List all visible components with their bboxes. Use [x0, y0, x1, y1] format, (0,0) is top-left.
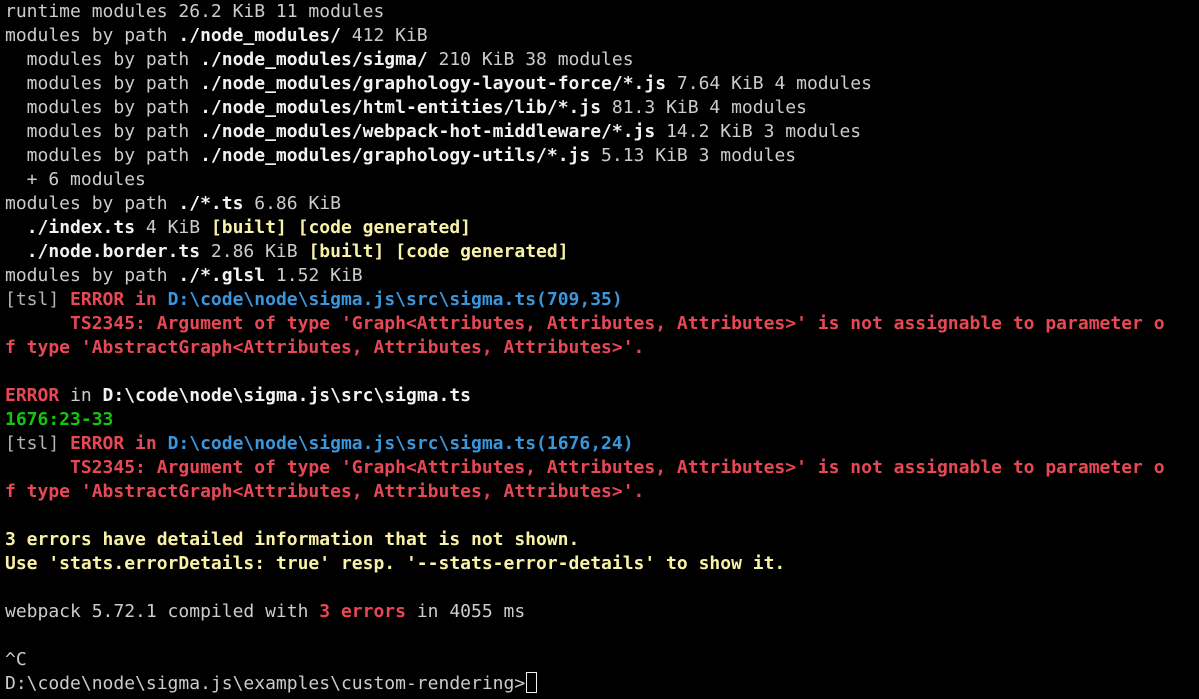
output-text: modules by path [5, 265, 179, 286]
output-line: modules by path ./node_modules/webpack-h… [5, 120, 1199, 144]
output-text: 6.86 KiB [243, 193, 341, 214]
output-line: TS2345: Argument of type 'Graph<Attribut… [5, 456, 1199, 480]
output-text: ./node_modules/sigma/ [200, 49, 428, 70]
output-line: modules by path ./*.ts 6.86 KiB [5, 192, 1199, 216]
output-line: f type 'AbstractGraph<Attributes, Attrib… [5, 480, 1199, 504]
terminal-prompt-line[interactable]: D:\code\node\sigma.js\examples\custom-re… [5, 672, 1199, 696]
output-line: + 6 modules [5, 168, 1199, 192]
output-text: ^C [5, 649, 27, 670]
output-text: ./node.border.ts [26, 241, 201, 262]
output-text: modules by path [5, 193, 179, 214]
output-text: modules by path [5, 97, 201, 118]
output-text: modules by path [5, 121, 201, 142]
output-text: [tsl] [5, 433, 71, 454]
output-text: TS2345: Argument of type 'Graph<Attribut… [5, 457, 1165, 478]
output-text: ERROR [5, 385, 60, 406]
output-line: Use 'stats.errorDetails: true' resp. '--… [5, 552, 1199, 576]
output-text: 1676:23-33 [5, 409, 114, 430]
output-line: [tsl] ERROR in D:\code\node\sigma.js\src… [5, 288, 1199, 312]
output-text: ./*.glsl [178, 265, 266, 286]
output-text: in [59, 385, 103, 406]
output-text: 2.86 KiB [200, 241, 309, 262]
output-text: ./index.ts [26, 217, 136, 238]
output-text: modules by path [5, 49, 201, 70]
output-text: 1.52 KiB [265, 265, 363, 286]
output-line: runtime modules 26.2 KiB 11 modules [5, 0, 1199, 24]
output-text: 3 errors [319, 601, 406, 622]
output-text: 3 errors have detailed information that … [5, 529, 580, 550]
output-text: ./node_modules/webpack-hot-middleware/*.… [200, 121, 656, 142]
output-text: 5.13 KiB 3 modules [590, 145, 797, 166]
output-text: 210 KiB 38 modules [427, 49, 634, 70]
output-line: modules by path ./node_modules/sigma/ 21… [5, 48, 1199, 72]
output-text: modules by path [5, 25, 179, 46]
output-text: ./node_modules/graphology-utils/*.js [200, 145, 591, 166]
output-text: ./*.ts [178, 193, 244, 214]
output-line: 1676:23-33 [5, 408, 1199, 432]
output-text: 4 KiB [135, 217, 211, 238]
output-text: 7.64 KiB 4 modules [666, 73, 872, 94]
output-text: [code generated] [395, 241, 569, 262]
output-text: Use 'stats.errorDetails: true' resp. '--… [5, 553, 786, 574]
output-text: ./node_modules/graphology-layout-force/*… [200, 73, 667, 94]
output-text: TS2345: Argument of type 'Graph<Attribut… [5, 313, 1165, 334]
output-text: ./node_modules/ [178, 25, 341, 46]
output-line: modules by path ./*.glsl 1.52 KiB [5, 264, 1199, 288]
output-line: modules by path ./node_modules/grapholog… [5, 72, 1199, 96]
output-text: in [124, 433, 168, 454]
output-text: modules by path [5, 73, 201, 94]
output-line: webpack 5.72.1 compiled with 3 errors in… [5, 600, 1199, 624]
output-text: ERROR [70, 433, 125, 454]
output-text: modules by path [5, 145, 201, 166]
output-text: [code generated] [297, 217, 472, 238]
output-line: ./node.border.ts 2.86 KiB [built] [code … [5, 240, 1199, 264]
output-text: + 6 modules [5, 169, 146, 190]
terminal-window[interactable]: runtime modules 26.2 KiB 11 modules modul… [0, 0, 1199, 699]
output-text: ERROR [70, 289, 125, 310]
output-text: webpack 5.72.1 compiled with [5, 601, 320, 622]
output-text: [tsl] [5, 289, 71, 310]
output-text: D:\code\node\sigma.js\src\sigma.ts(709,3… [167, 289, 623, 310]
output-line: TS2345: Argument of type 'Graph<Attribut… [5, 312, 1199, 336]
output-line: ^C [5, 648, 1199, 672]
output-text: in 4055 ms [405, 601, 526, 622]
output-line: ERROR in D:\code\node\sigma.js\src\sigma… [5, 384, 1199, 408]
output-text: [built] [308, 241, 385, 262]
output-line: modules by path ./node_modules/html-enti… [5, 96, 1199, 120]
output-line: 3 errors have detailed information that … [5, 528, 1199, 552]
terminal-output: runtime modules 26.2 KiB 11 modules modul… [5, 0, 1199, 672]
output-text: 14.2 KiB 3 modules [655, 121, 862, 142]
output-text: D:\code\node\sigma.js\src\sigma.ts [102, 385, 472, 406]
output-line: [tsl] ERROR in D:\code\node\sigma.js\src… [5, 432, 1199, 456]
output-text: 81.3 KiB 4 modules [601, 97, 807, 118]
text-cursor [526, 672, 538, 693]
output-line: modules by path ./node_modules/ 412 KiB [5, 24, 1199, 48]
output-text: D:\code\node\sigma.js\src\sigma.ts(1676,… [167, 433, 634, 454]
output-line: modules by path ./node_modules/grapholog… [5, 144, 1199, 168]
output-text: f type 'AbstractGraph<Attributes, Attrib… [5, 481, 645, 502]
output-text: 412 KiB [340, 25, 428, 46]
output-text: [built] [210, 217, 287, 238]
output-text: runtime modules 26.2 KiB 11 modules [5, 1, 385, 22]
output-text: ./node_modules/html-entities/lib/*.js [200, 97, 602, 118]
output-text: f type 'AbstractGraph<Attributes, Attrib… [5, 337, 645, 358]
output-text: in [124, 289, 168, 310]
output-line: f type 'AbstractGraph<Attributes, Attrib… [5, 336, 1199, 360]
prompt-path: D:\code\node\sigma.js\examples\custom-re… [5, 673, 526, 694]
output-line: ./index.ts 4 KiB [built] [code generated… [5, 216, 1199, 240]
